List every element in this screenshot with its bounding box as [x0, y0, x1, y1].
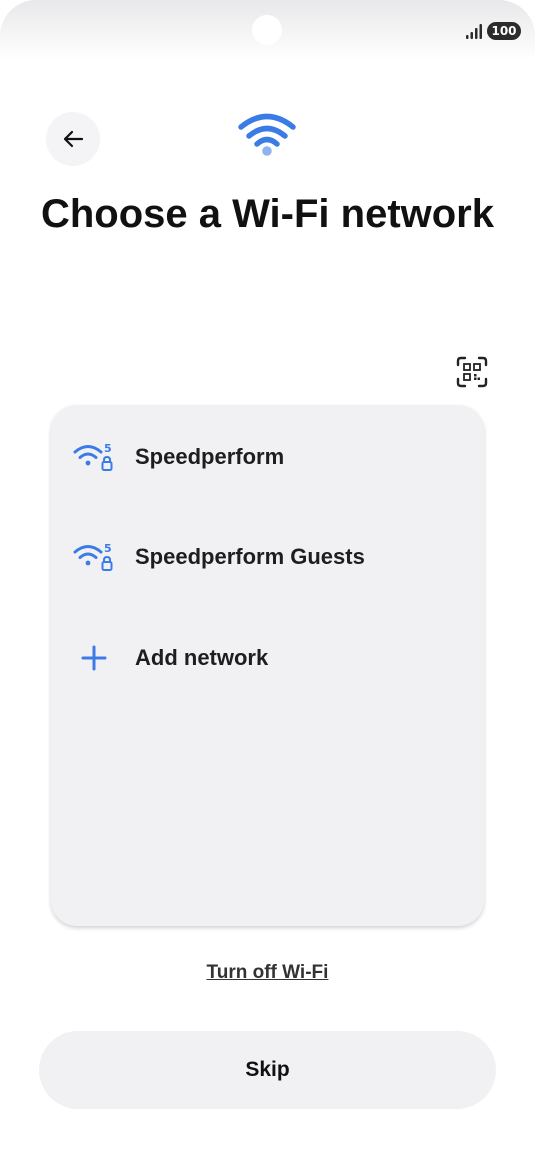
add-network-button[interactable]: Add network [51, 623, 484, 693]
network-item-speedperform[interactable]: 5 Speedperform [51, 422, 484, 492]
add-network-label: Add network [135, 645, 269, 670]
page-title: Choose a Wi-Fi network [40, 192, 494, 236]
turn-off-wifi-link[interactable]: Turn off Wi-Fi [0, 962, 535, 984]
qr-scan-button[interactable] [452, 352, 492, 392]
signal-bars-icon [466, 24, 482, 39]
skip-button[interactable]: Skip [39, 1031, 496, 1109]
qr-code-scan-icon [456, 356, 488, 388]
svg-text:5: 5 [104, 542, 112, 555]
wifi-5ghz-lock-icon: 5 [73, 440, 117, 474]
status-bar: 100 [0, 0, 535, 60]
network-name: Speedperform Guests [135, 544, 365, 569]
wifi-icon [238, 113, 296, 156]
network-item-speedperform-guests[interactable]: 5 Speedperform Guests [51, 522, 484, 592]
plus-icon [73, 641, 117, 675]
battery-indicator: 100 [487, 22, 521, 40]
wifi-5ghz-lock-icon: 5 [73, 540, 117, 574]
network-list-card: 5 Speedperform 5 Speedperform Guests Add… [51, 405, 484, 926]
network-name: Speedperform [135, 444, 285, 469]
back-button[interactable] [46, 112, 100, 166]
svg-text:5: 5 [104, 442, 112, 455]
arrow-left-icon [63, 130, 84, 148]
camera-cutout [252, 15, 282, 45]
